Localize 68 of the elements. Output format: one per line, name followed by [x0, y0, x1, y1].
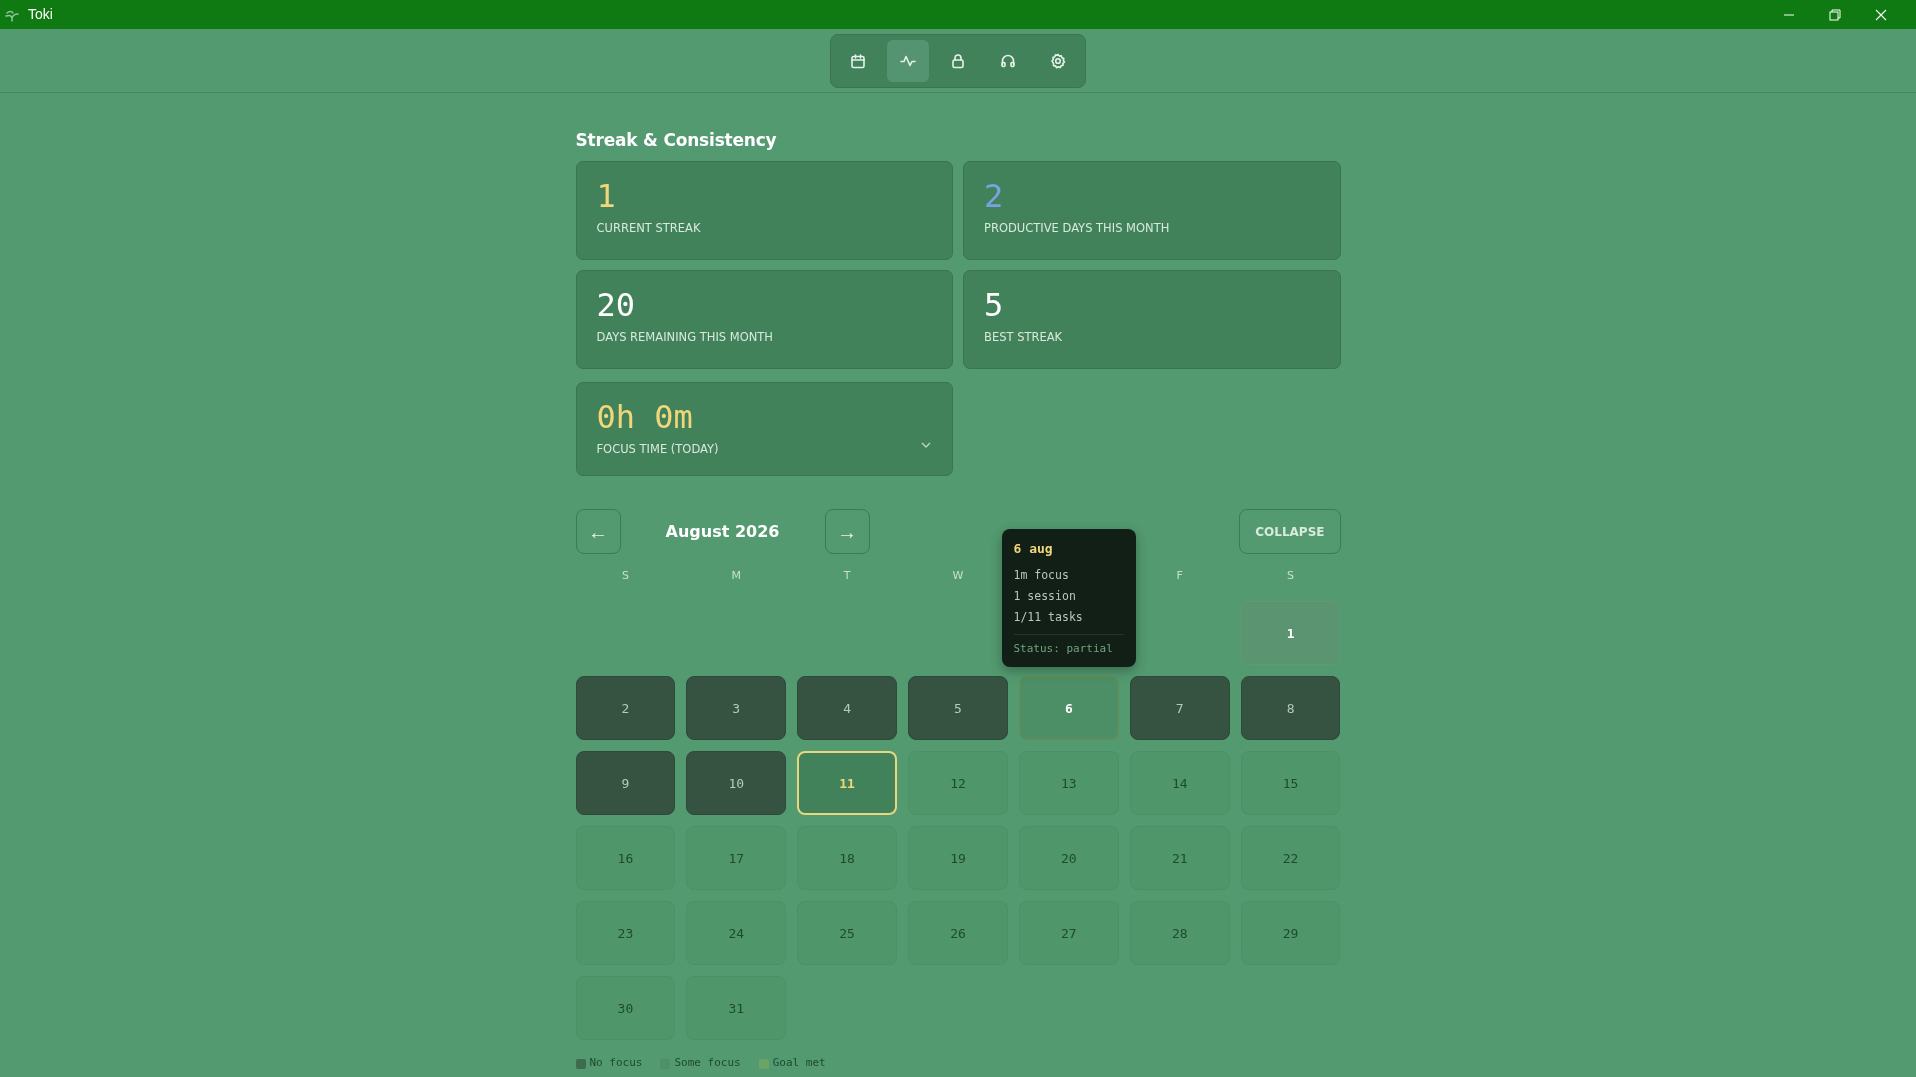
- calendar-day[interactable]: 3: [686, 676, 787, 741]
- calendar-day[interactable]: 17: [686, 826, 787, 891]
- window-title: Toki: [28, 5, 54, 24]
- tooltip-line: 1/11 tasks: [1013, 608, 1084, 626]
- calendar-day[interactable]: 13: [1018, 751, 1119, 816]
- tooltip-line: 1m focus: [1013, 566, 1070, 584]
- month-title: August 2026: [664, 520, 781, 543]
- calendar-day[interactable]: 2: [575, 676, 676, 741]
- previous-month-button[interactable]: ←: [575, 509, 621, 555]
- settings-icon: [1049, 51, 1067, 70]
- calendar-day[interactable]: 8: [1240, 676, 1341, 741]
- calendar-day[interactable]: 7: [1129, 676, 1230, 741]
- weekday-label: W: [951, 568, 965, 585]
- calendar-day[interactable]: 26: [908, 901, 1008, 966]
- stat-value: 1: [596, 176, 617, 217]
- toolbar-button[interactable]: [887, 39, 929, 82]
- calendar-day[interactable]: 16: [575, 826, 676, 891]
- calendar-day[interactable]: 30: [575, 976, 676, 1041]
- weekday-label: S: [1286, 568, 1296, 585]
- calendar-day[interactable]: 11: [797, 751, 898, 816]
- close-icon: [1875, 8, 1887, 21]
- calendar-day[interactable]: 9: [575, 751, 676, 816]
- calendar-day[interactable]: 29: [1240, 901, 1341, 966]
- weekday-label: T: [842, 568, 852, 585]
- stat-value: 5: [984, 285, 1005, 326]
- calendar-day[interactable]: 20: [1018, 826, 1119, 891]
- tooltip-status: Status: partial: [1013, 633, 1124, 658]
- restore-icon: [1829, 8, 1841, 21]
- calendar-day[interactable]: 1: [1240, 601, 1341, 666]
- calendar-day[interactable]: 14: [1129, 751, 1230, 816]
- tooltip-line: 1 session: [1013, 587, 1077, 605]
- calendar-day[interactable]: 27: [1018, 901, 1119, 966]
- calendar-day[interactable]: 5: [908, 676, 1008, 741]
- stat-label: CURRENT STREAK: [596, 220, 702, 238]
- calendar-day[interactable]: 23: [575, 901, 676, 966]
- legend-label: Some focus: [674, 1055, 741, 1072]
- legend-label: No focus: [589, 1055, 643, 1072]
- calendar-day[interactable]: 19: [908, 826, 1008, 891]
- calendar-day[interactable]: 15: [1240, 751, 1341, 816]
- lock-icon: [949, 51, 967, 70]
- section-title: Streak & Consistency: [575, 130, 778, 151]
- tooltip-title: 6 aug: [1013, 540, 1054, 559]
- stat-label: FOCUS TIME (TODAY): [596, 441, 720, 459]
- stat-label: PRODUCTIVE DAYS THIS MONTH: [984, 220, 1171, 238]
- weekday-label: S: [620, 568, 630, 585]
- calendar-day[interactable]: 18: [797, 826, 898, 891]
- stat-value: 0h 0m: [596, 397, 694, 438]
- calendar-icon: [849, 51, 867, 70]
- stat-value: 2: [984, 176, 1005, 217]
- stat-label: DAYS REMAINING THIS MONTH: [596, 329, 774, 347]
- calendar-day[interactable]: 28: [1129, 901, 1230, 966]
- legend-label: Goal met: [772, 1055, 826, 1072]
- stat-value: 20: [596, 285, 637, 326]
- calendar-day[interactable]: 25: [797, 901, 898, 966]
- calendar-day[interactable]: 12: [908, 751, 1008, 816]
- collapse-button[interactable]: COLLAPSE: [1239, 509, 1341, 555]
- stat-label: BEST STREAK: [984, 329, 1064, 347]
- next-month-button[interactable]: →: [824, 509, 870, 555]
- calendar-day[interactable]: 31: [686, 976, 787, 1041]
- calendar-day[interactable]: 4: [797, 676, 898, 741]
- weekday-label: M: [730, 568, 742, 585]
- calendar-day[interactable]: 21: [1129, 826, 1230, 891]
- calendar-day[interactable]: 22: [1240, 826, 1341, 891]
- focus-time-card[interactable]: 0h 0m FOCUS TIME (TODAY): [575, 382, 953, 477]
- calendar-day[interactable]: 10: [686, 751, 787, 816]
- weekday-label: F: [1175, 568, 1184, 585]
- calendar-day[interactable]: 6: [1018, 676, 1119, 741]
- calendar-day[interactable]: 24: [686, 901, 787, 966]
